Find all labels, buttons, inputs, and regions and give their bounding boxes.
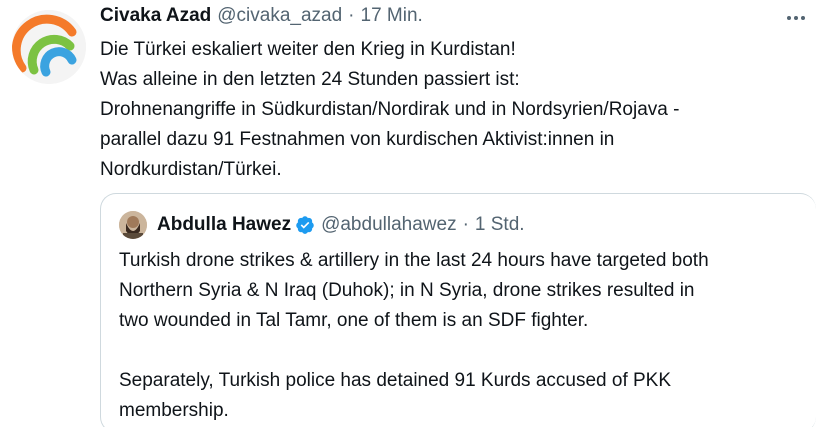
tweet-text: Die Türkei eskaliert weiter den Krieg in… [100, 35, 800, 185]
tweet-text-line: Drohnenangriffe in Südkurdistan/Nordirak… [100, 99, 680, 120]
quoted-text-line: Separately, Turkish police has detained … [119, 370, 672, 391]
rainbow-logo-icon [12, 10, 86, 84]
quoted-timestamp[interactable]: 1 Std. [475, 214, 525, 236]
author-name[interactable]: Civaka Azad [100, 5, 211, 27]
quoted-author-name[interactable]: Abdulla Hawez [157, 214, 291, 236]
tweet-text-line: Was alleine in den letzten 24 Stunden pa… [100, 69, 520, 90]
more-horizontal-icon[interactable] [784, 8, 808, 28]
tweet-text-line: parallel dazu 91 Festnahmen von kurdisch… [100, 129, 615, 150]
separator-dot: · [348, 5, 355, 26]
quoted-text-line: Turkish drone strikes & artillery in the… [119, 250, 709, 271]
quoted-tweet[interactable]: Abdulla Hawez @abdullahawez · 1 Std. Tur… [100, 193, 816, 427]
tweet[interactable]: Civaka Azad @civaka_azad · 17 Min. Die T… [0, 0, 816, 427]
quoted-text-line: membership. [119, 400, 229, 421]
separator-dot: · [462, 214, 469, 235]
quoted-avatar[interactable] [119, 211, 147, 239]
tweet-header: Civaka Azad @civaka_azad · 17 Min. [100, 5, 423, 27]
quoted-author-handle[interactable]: @abdullahawez [321, 214, 457, 236]
quoted-text-line: two wounded in Tal Tamr, one of them is … [119, 310, 589, 331]
tweet-text-line: Nordkurdistan/Türkei. [100, 159, 282, 180]
quoted-text-line: Northern Syria & N Iraq (Duhok); in N Sy… [119, 280, 695, 301]
tweet-timestamp[interactable]: 17 Min. [361, 5, 423, 27]
quoted-tweet-header: Abdulla Hawez @abdullahawez · 1 Std. [119, 211, 525, 239]
author-handle[interactable]: @civaka_azad [217, 5, 342, 27]
avatar[interactable] [12, 10, 86, 84]
tweet-text-line: Die Türkei eskaliert weiter den Krieg in… [100, 39, 516, 60]
person-avatar-icon [119, 211, 147, 239]
verified-badge-icon [295, 215, 315, 235]
quoted-tweet-text: Turkish drone strikes & artillery in the… [119, 246, 799, 426]
